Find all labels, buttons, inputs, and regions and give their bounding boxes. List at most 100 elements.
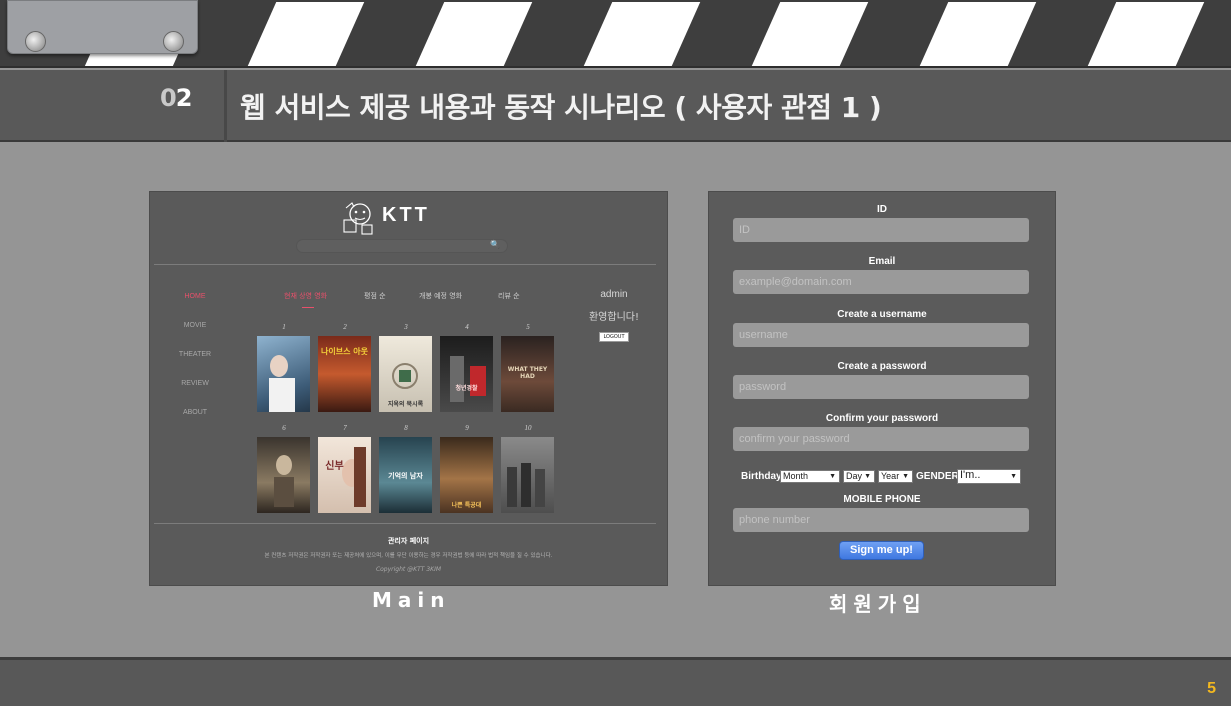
clapper-stripe: [1087, 2, 1205, 66]
sidebar-item-home[interactable]: HOME: [170, 293, 220, 322]
movie-card[interactable]: 5 WHAT THEY HAD: [501, 322, 555, 412]
dropdown-arrow-icon: ▼: [902, 473, 909, 480]
email-label: Email: [868, 256, 896, 267]
confirm-password-label: Confirm your password: [825, 413, 939, 424]
id-label: ID: [877, 204, 887, 215]
header-divider: [224, 70, 227, 142]
clapper-hinge-plate: [7, 0, 198, 54]
poster-rank: 6: [282, 424, 286, 432]
id-field[interactable]: [733, 218, 1029, 242]
day-select[interactable]: Day ▼: [843, 470, 875, 483]
poster-rank: 4: [465, 323, 469, 331]
poster-rank: 3: [404, 323, 408, 331]
tab-upcoming[interactable]: 개봉 예정 영화: [419, 291, 462, 301]
confirm-password-field[interactable]: [733, 427, 1029, 451]
active-tab-underline: [302, 307, 314, 308]
movie-poster[interactable]: [501, 437, 554, 513]
poster-title: 나이브스 아웃: [321, 347, 368, 356]
poster-rank: 1: [282, 323, 286, 331]
password-label: Create a password: [837, 361, 927, 372]
sidebar-item-theater[interactable]: THEATER: [170, 351, 220, 380]
movie-poster[interactable]: [257, 336, 310, 412]
email-field[interactable]: [733, 270, 1029, 294]
section-number: 02: [160, 84, 193, 112]
clapper-stripe: [751, 2, 869, 66]
poster-title: 청년경찰: [455, 385, 478, 392]
slide-header: 02 웹 서비스 제공 내용과 동작 시나리오 ( 사용자 관점 1 ): [0, 70, 1231, 142]
movie-poster[interactable]: WHAT THEY HAD: [501, 336, 554, 412]
username-label: Create a username: [837, 309, 927, 320]
tab-now-showing[interactable]: 현재 상영 영화: [284, 291, 327, 301]
dropdown-arrow-icon: ▼: [1010, 473, 1017, 480]
movie-card[interactable]: 10: [501, 423, 555, 513]
tab-rating[interactable]: 평점 순: [364, 291, 386, 301]
movie-tabs: 현재 상영 영화 평점 순 개봉 예정 영화 리뷰 순: [274, 291, 534, 311]
welcome-text: 환영합니다!: [588, 312, 639, 323]
footer-title[interactable]: 관리자 페이지: [150, 536, 667, 546]
movie-poster[interactable]: 청년경찰: [440, 336, 493, 412]
phone-field[interactable]: [733, 508, 1029, 532]
section-number-dim: 0: [160, 84, 177, 112]
poster-rank: 7: [343, 424, 347, 432]
movie-poster[interactable]: 지옥의 묵시록: [379, 336, 432, 412]
movie-card[interactable]: 2 나이브스 아웃: [318, 322, 372, 412]
rivet-icon: [163, 31, 184, 52]
dropdown-arrow-icon: ▼: [829, 473, 836, 480]
sidebar-item-movie[interactable]: MOVIE: [170, 322, 220, 351]
year-select[interactable]: Year ▼: [878, 470, 913, 483]
gender-label: GENDER: [916, 471, 959, 482]
movie-card[interactable]: 8 기억의 남자: [379, 423, 433, 513]
portrait-figure-icon: [342, 447, 366, 507]
footer-notice: 본 컨텐츠 저작권은 저작권자 또는 제공처에 있으며, 이를 무단 이용하는 …: [264, 553, 553, 559]
movie-poster[interactable]: 신부: [318, 437, 371, 513]
figure-icon: [274, 455, 294, 507]
sidebar-nav: HOME MOVIE THEATER REVIEW ABOUT: [170, 293, 220, 438]
search-input[interactable]: 🔍: [296, 239, 508, 253]
movie-card[interactable]: 7 신부: [318, 423, 372, 513]
caption-main: Main: [372, 588, 451, 612]
movie-poster[interactable]: [257, 437, 310, 513]
dropdown-arrow-icon: ▼: [864, 473, 871, 480]
tab-reviews[interactable]: 리뷰 순: [498, 291, 520, 301]
movie-card[interactable]: 9 나쁜 특공대: [440, 423, 494, 513]
sidebar-item-about[interactable]: ABOUT: [170, 409, 220, 438]
user-name: admin: [600, 289, 628, 300]
day-value: Day: [846, 471, 863, 481]
clapper-stripe: [583, 2, 701, 66]
ktt-logo: KTT: [338, 200, 488, 236]
phone-label: MOBILE PHONE: [843, 494, 921, 505]
password-field[interactable]: [733, 375, 1029, 399]
sign-up-button[interactable]: Sign me up!: [839, 541, 924, 560]
movie-card[interactable]: 3 지옥의 묵시록: [379, 322, 433, 412]
month-value: Month: [783, 471, 809, 481]
caption-signup: 회원가입: [829, 592, 927, 616]
mascot-logo-icon: [343, 202, 373, 235]
movie-poster[interactable]: 기억의 남자: [379, 437, 432, 513]
crowd-icon: [507, 463, 545, 507]
gender-select[interactable]: I'm.. ▼: [957, 469, 1021, 484]
slide-title: 웹 서비스 제공 내용과 동작 시나리오 ( 사용자 관점 1 ): [240, 91, 882, 124]
birthday-label: Birthday: [741, 471, 782, 482]
logout-button[interactable]: LOGOUT: [599, 332, 629, 342]
sidebar-item-review[interactable]: REVIEW: [170, 380, 220, 409]
poster-title: 신부: [325, 461, 344, 472]
movie-card[interactable]: 4 청년경찰: [440, 322, 494, 412]
signup-form-screenshot: ID Email Create a username Create a pass…: [709, 192, 1055, 585]
movie-card[interactable]: 1: [257, 322, 311, 412]
movie-card[interactable]: 6: [257, 423, 311, 513]
footer-copyright: Copyright @KTT 3KIM: [375, 566, 442, 573]
search-icon[interactable]: 🔍: [490, 240, 500, 249]
main-page-screenshot: KTT 🔍 HOME MOVIE THEATER REVIEW ABOUT 현재…: [150, 192, 667, 585]
poster-rank: 2: [343, 323, 347, 331]
logo-text: KTT: [382, 204, 430, 226]
poster-title: WHAT THEY HAD: [507, 366, 548, 380]
gender-value: I'm..: [960, 469, 981, 481]
movie-poster[interactable]: 나이브스 아웃: [318, 336, 371, 412]
rivet-icon: [25, 31, 46, 52]
username-field[interactable]: [733, 323, 1029, 347]
section-number-bright: 2: [175, 84, 193, 112]
slide-footer: 5: [0, 657, 1231, 706]
year-value: Year: [881, 471, 900, 481]
movie-poster[interactable]: 나쁜 특공대: [440, 437, 493, 513]
month-select[interactable]: Month ▼: [780, 470, 840, 483]
